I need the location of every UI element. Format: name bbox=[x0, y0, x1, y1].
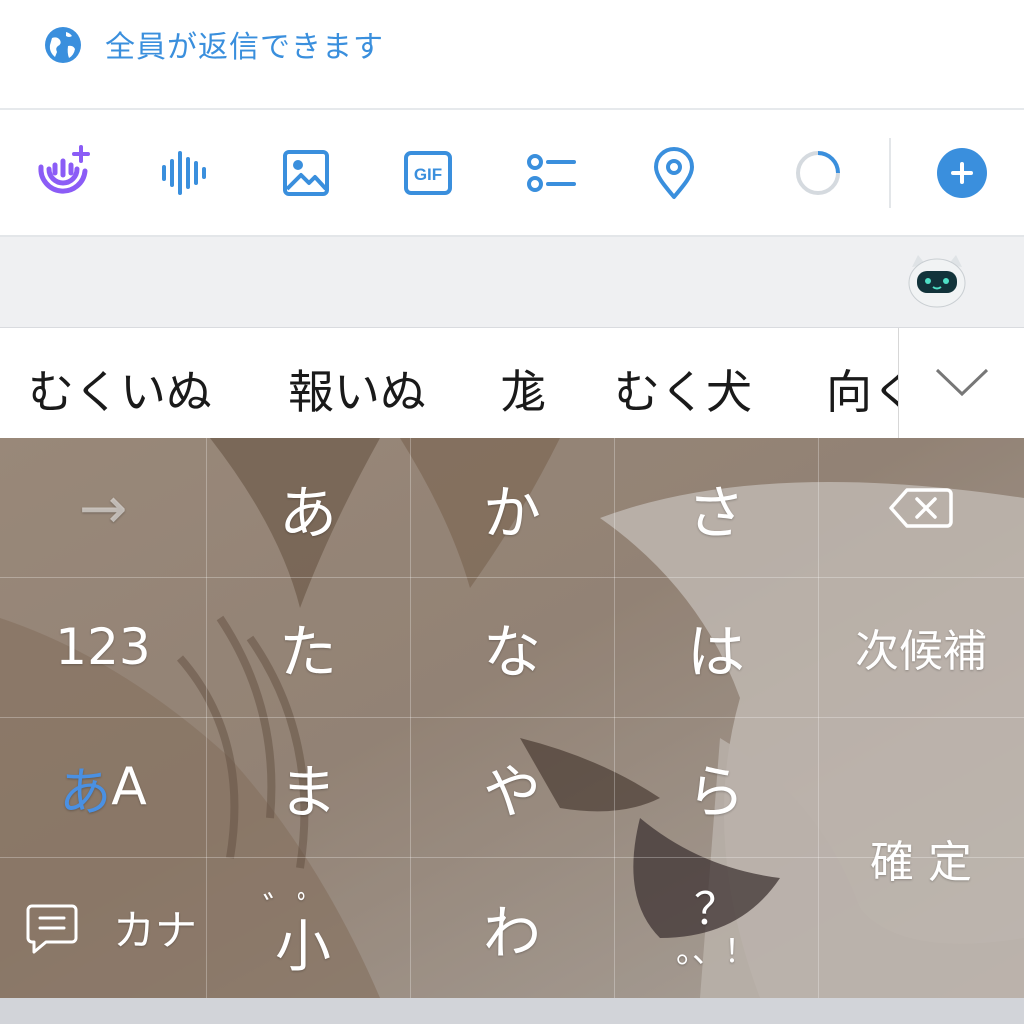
globe-icon bbox=[44, 26, 82, 64]
confirm-key[interactable]: 確 定 bbox=[818, 717, 1024, 998]
key-na[interactable]: な bbox=[410, 577, 614, 717]
character-count-ring-icon bbox=[788, 143, 848, 203]
image-icon[interactable] bbox=[276, 143, 336, 203]
conversion-candidates-bar: むくいぬ 報いぬ 尨 むく犬 向く bbox=[0, 328, 1024, 438]
backspace-key[interactable] bbox=[818, 438, 1024, 577]
kana-key[interactable]: カナ bbox=[104, 857, 206, 998]
input-mode-key[interactable]: あA bbox=[0, 717, 206, 857]
numbers-key[interactable]: 123 bbox=[0, 577, 206, 717]
candidate-item[interactable]: 尨 bbox=[500, 356, 546, 422]
keyboard-top-bar bbox=[0, 237, 1024, 328]
key-ya[interactable]: や bbox=[410, 717, 614, 857]
add-tweet-icon[interactable] bbox=[932, 143, 992, 203]
chevron-down-icon bbox=[935, 368, 989, 397]
poll-icon[interactable] bbox=[520, 143, 580, 203]
key-wa[interactable]: わ bbox=[410, 857, 614, 998]
key-ha[interactable]: は bbox=[614, 577, 818, 717]
spaces-voice-icon[interactable] bbox=[33, 143, 93, 203]
punctuation-key[interactable]: ？ 。、！ bbox=[614, 857, 818, 998]
backspace-icon bbox=[889, 487, 953, 528]
key-ra[interactable]: ら bbox=[614, 717, 818, 857]
candidate-item[interactable]: むくいぬ bbox=[28, 356, 212, 422]
punct-question: ？ bbox=[694, 883, 738, 935]
key-ma[interactable]: ま bbox=[206, 717, 410, 857]
key-a[interactable]: あ bbox=[206, 438, 410, 577]
robot-mascot-icon[interactable] bbox=[906, 253, 968, 309]
key-ta[interactable]: た bbox=[206, 577, 410, 717]
keyboard-bottom-strip bbox=[0, 998, 1024, 1024]
next-candidate-key[interactable]: 次候補 bbox=[818, 577, 1024, 717]
comment-icon bbox=[26, 904, 78, 953]
gif-icon[interactable]: GIF bbox=[398, 143, 458, 203]
key-sa[interactable]: さ bbox=[614, 438, 818, 577]
candidate-list: むくいぬ 報いぬ 尨 むく犬 向く bbox=[0, 328, 898, 438]
candidate-item[interactable]: 向く bbox=[826, 356, 898, 422]
reply-setting-row[interactable]: 全員が返信できます bbox=[0, 0, 1024, 110]
audio-waveform-icon[interactable] bbox=[154, 143, 214, 203]
toolbar-divider bbox=[889, 138, 891, 208]
input-mode-alphabet: A bbox=[111, 757, 147, 817]
candidate-item[interactable]: むく犬 bbox=[614, 356, 752, 422]
punct-marks: 。、！ bbox=[675, 931, 756, 970]
location-pin-icon[interactable] bbox=[644, 143, 704, 203]
comment-key[interactable] bbox=[0, 857, 104, 998]
cursor-right-key[interactable]: → bbox=[0, 438, 206, 577]
input-mode-hiragana: あ bbox=[59, 762, 112, 823]
reply-setting-label: 全員が返信できます bbox=[105, 30, 384, 65]
expand-candidates-button[interactable] bbox=[898, 328, 1024, 438]
flick-keyboard: → あ か さ 123 た な は 次候補 あA ま や ら 確 定 カナ ゛ﾟ… bbox=[0, 438, 1024, 998]
candidate-item[interactable]: 報いぬ bbox=[288, 356, 426, 422]
compose-toolbar: GIF bbox=[0, 110, 1024, 237]
small-kana-mark: 小 bbox=[275, 914, 331, 980]
dakuten-small-key[interactable]: ゛ﾟ 小 bbox=[206, 857, 410, 998]
key-ka[interactable]: か bbox=[410, 438, 614, 577]
svg-text:GIF: GIF bbox=[414, 165, 442, 184]
